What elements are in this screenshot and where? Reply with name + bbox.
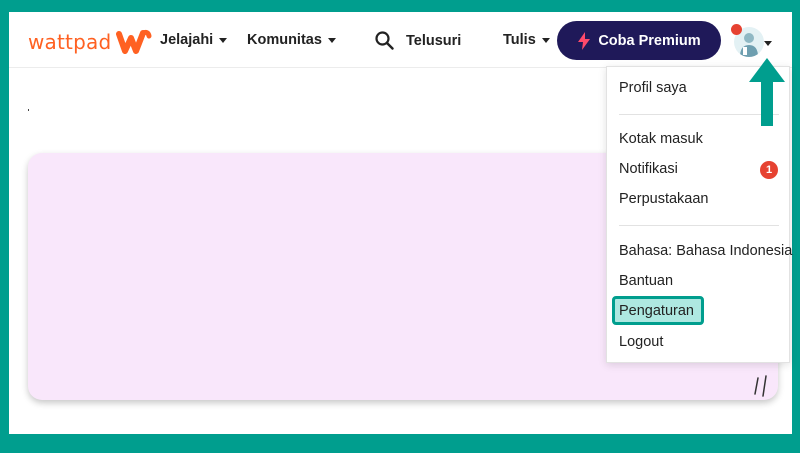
menu-divider [619,225,779,226]
frame-bottom [0,434,800,453]
search-label: Telusuri [406,32,462,49]
lightning-icon [578,31,591,50]
menu-item-profile[interactable]: Profil saya [619,80,687,96]
menu-item-library[interactable]: Perpustakaan [619,191,708,207]
menu-item-logout[interactable]: Logout [619,334,663,350]
notification-dot [731,24,742,35]
menu-item-notifications[interactable]: Notifikasi [619,161,678,177]
frame-left [0,0,9,453]
top-navbar: wattpad Jelajahi Komunitas Telusuri Tuli… [9,12,792,68]
try-premium-button[interactable]: Coba Premium [557,21,721,60]
nav-community[interactable]: Komunitas [247,32,336,48]
scribble-icon [754,375,767,397]
nav-write[interactable]: Tulis [503,32,550,48]
arrow-up-icon [749,58,785,126]
frame-top [0,0,800,12]
nav-community-label: Komunitas [247,32,322,48]
search-icon [375,31,394,50]
chevron-down-icon [327,37,336,43]
menu-item-settings[interactable]: Pengaturan [619,303,694,319]
menu-item-language[interactable]: Bahasa: Bahasa Indonesia [619,243,792,259]
decorative-mark [28,109,29,111]
chevron-down-icon [541,37,550,43]
nav-explore[interactable]: Jelajahi [160,32,228,48]
wattpad-logo[interactable]: wattpad [28,28,153,56]
frame-right [792,0,800,453]
logo-text: wattpad [28,30,112,54]
menu-item-help[interactable]: Bantuan [619,273,673,289]
wattpad-w-icon [116,29,152,54]
nav-write-label: Tulis [503,32,536,48]
notification-count-badge: 1 [760,161,778,179]
menu-item-inbox[interactable]: Kotak masuk [619,131,703,147]
chevron-down-icon [219,37,228,43]
nav-explore-label: Jelajahi [160,32,214,48]
chevron-down-icon[interactable] [764,41,772,46]
search-button[interactable]: Telusuri [375,31,461,50]
premium-label: Coba Premium [598,32,701,49]
